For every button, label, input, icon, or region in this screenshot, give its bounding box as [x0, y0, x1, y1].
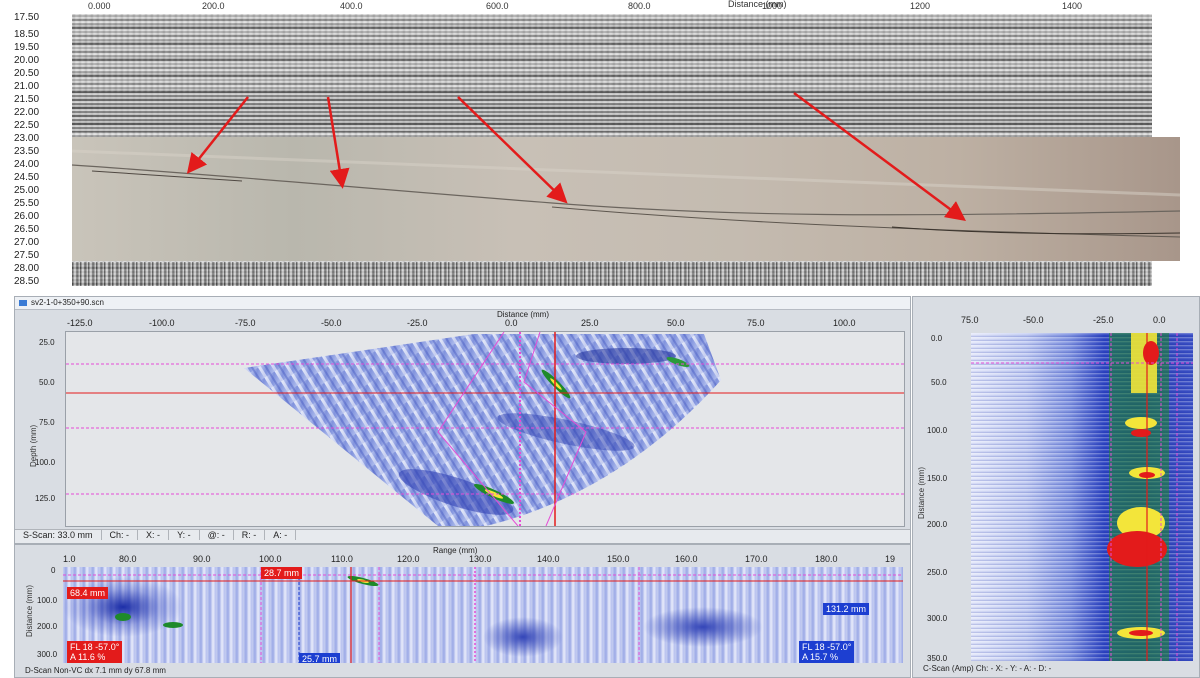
window-icon [19, 300, 27, 306]
cscan-cursor-tag-left: 68.4 mm [67, 587, 109, 599]
sscan-y-tick: 25.0 [39, 338, 55, 347]
cscan-bottom-status: D-Scan Non-VC dx 7.1 mm dy 67.8 mm [25, 666, 166, 675]
cscan-x-tick: 80.0 [119, 554, 137, 564]
cscan-x-tick: 170.0 [745, 554, 768, 564]
cscan-y-tick: 200.0 [37, 622, 58, 631]
cscan-plot[interactable]: 68.4 mm 28.7 mm 25.7 mm 131.2 mm FL 18 -… [63, 567, 903, 663]
sscan-x-tick: 75.0 [747, 318, 765, 328]
sscan-status-at: @: - [200, 530, 234, 540]
cscan-fl-right-line2: A 15.7 % [802, 652, 839, 662]
sscan-status-bar: S-Scan: 33.0 mm Ch: - X: - Y: - @: - R: - A: - [15, 529, 910, 543]
cscan-fl-readout-right: FL 18 -57.0° A 15.7 % [799, 641, 855, 663]
dscan-y-tick: 100.0 [927, 426, 948, 435]
cscan-x-tick: 90.0 [193, 554, 211, 564]
cscan-fl-left-line1: FL 18 -57.0° [70, 642, 120, 652]
cscan-x-tick: 100.0 [259, 554, 282, 564]
dscan-window: 75.0 -50.0 -25.0 0.0 Distance (mm) 0.0 5… [912, 296, 1200, 678]
cscan-x-tick: 120.0 [397, 554, 420, 564]
dscan-bottom-status: C-Scan (Amp) Ch: - X: - Y: - A: - D: - [923, 664, 1052, 673]
cscan-x-tick: 150.0 [607, 554, 630, 564]
cscan-cursor-tag-right: 131.2 mm [823, 603, 870, 615]
cscan-cursor-tag-mid: 25.7 mm [299, 653, 341, 663]
cscan-x-tick: 110.0 [331, 554, 353, 564]
cscan-y-tick: 300.0 [37, 650, 58, 659]
sscan-y-tick: 125.0 [35, 494, 56, 503]
cscan-x-tick: 180.0 [815, 554, 838, 564]
sscan-x-tick: 50.0 [667, 318, 685, 328]
dscan-y-tick: 250.0 [927, 568, 948, 577]
cscan-fl-readout-left: FL 18 -57.0° A 11.6 % [67, 641, 123, 663]
sscan-window-title: sv2-1-0+350+90.scn [31, 298, 104, 307]
cscan-y-tick: 0 [51, 566, 56, 575]
dscan-distance-label: Distance (mm) [917, 466, 926, 519]
dscan-x-tick: 75.0 [961, 315, 979, 325]
dscan-image [971, 333, 1193, 661]
cscan-x-tick: 19 [885, 554, 896, 564]
sscan-window: sv2-1-0+350+90.scn Distance (mm) -125.0 … [14, 296, 911, 544]
dscan-y-tick: 300.0 [927, 614, 948, 623]
sscan-plot[interactable] [65, 331, 905, 527]
dscan-y-tick: 150.0 [927, 474, 948, 483]
cscan-y-tick: 100.0 [37, 596, 58, 605]
sscan-x-tick: -50.0 [321, 318, 342, 328]
arrow-1 [186, 96, 249, 174]
sscan-y-tick: 75.0 [39, 418, 55, 427]
dscan-x-tick: 0.0 [1153, 315, 1166, 325]
cscan-x-tick: 140.0 [537, 554, 560, 564]
cscan-image [63, 567, 903, 663]
cscan-distance-label: Distance (mm) [25, 584, 34, 637]
dscan-x-tick: -50.0 [1023, 315, 1044, 325]
arrow-3 [457, 96, 568, 204]
cscan-window: Range (mm) 1.0 80.0 90.0 100.0 110.0 120… [14, 544, 911, 678]
sscan-x-tick: -25.0 [407, 318, 428, 328]
dscan-y-tick: 50.0 [931, 378, 947, 387]
cscan-cursor-tag-top: 28.7 mm [261, 567, 303, 579]
dscan-y-tick: 200.0 [927, 520, 948, 529]
sscan-status-ch: Ch: - [102, 530, 139, 540]
indication-arrows [186, 91, 967, 221]
sscan-x-tick: -125.0 [67, 318, 93, 328]
bscan-panel: 0.000 200.0 400.0 600.0 Distance (mm) 80… [0, 0, 1200, 290]
dscan-y-tick: 350.0 [927, 654, 948, 663]
sscan-status-r: R: - [234, 530, 266, 540]
dscan-y-tick: 0.0 [931, 334, 943, 343]
cscan-x-tick: 160.0 [675, 554, 698, 564]
cscan-x-tick: 1.0 [63, 554, 76, 564]
dscan-plot[interactable] [971, 333, 1193, 661]
sscan-titlebar[interactable]: sv2-1-0+350+90.scn [15, 297, 910, 310]
sscan-status-x: X: - [138, 530, 170, 540]
sscan-x-tick: -100.0 [149, 318, 175, 328]
sscan-status-scan: S-Scan: 33.0 mm [15, 530, 102, 540]
cscan-x-tick: 130.0 [469, 554, 492, 564]
dscan-x-tick: -25.0 [1093, 315, 1114, 325]
sscan-x-tick: -75.0 [235, 318, 256, 328]
sscan-x-tick: 0.0 [505, 318, 518, 328]
sscan-x-tick: 100.0 [833, 318, 856, 328]
sscan-x-tick: 25.0 [581, 318, 599, 328]
cscan-fl-left-line2: A 11.6 % [70, 652, 106, 662]
arrow-4 [793, 91, 967, 221]
cscan-fl-right-line1: FL 18 -57.0° [802, 642, 852, 652]
sscan-status-y: Y: - [169, 530, 200, 540]
sscan-status-a: A: - [265, 530, 297, 540]
sscan-y-tick: 100.0 [35, 458, 56, 467]
sscan-image [66, 332, 904, 526]
arrow-2 [326, 96, 350, 189]
sscan-y-tick: 50.0 [39, 378, 55, 387]
